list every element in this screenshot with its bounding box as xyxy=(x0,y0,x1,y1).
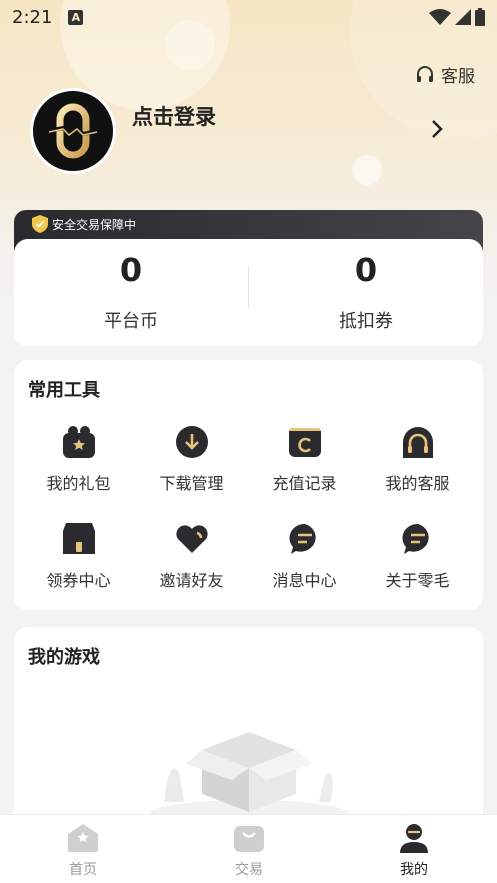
tool-recharge-records[interactable]: 充值记录 xyxy=(248,425,361,505)
tool-label: 充值记录 xyxy=(272,474,337,493)
login-prompt[interactable]: 点击登录 xyxy=(132,101,216,131)
status-time: 2:21 xyxy=(12,6,53,28)
balance-card: 0 平台币 0 抵扣券 xyxy=(14,239,483,346)
gift-icon xyxy=(63,426,95,458)
battery-icon xyxy=(475,8,485,26)
store-icon xyxy=(63,523,95,554)
tool-label: 我的礼包 xyxy=(46,474,111,493)
tab-label: 我的 xyxy=(400,862,428,878)
heart-icon xyxy=(176,525,208,553)
voucher-stat[interactable]: 0 抵扣券 xyxy=(249,239,483,346)
bottom-tab-bar: 首页 交易 我的 xyxy=(0,814,497,883)
user-icon xyxy=(400,824,428,853)
security-label: 安全交易保障中 xyxy=(52,217,137,232)
voucher-value: 0 xyxy=(354,251,378,289)
common-tools-card: 常用工具 我的礼包 下载管理 充值记录 我的客服 领券中心 邀请好友 消息中心 … xyxy=(14,360,483,610)
notification-icon: A xyxy=(68,9,84,25)
tool-invite-friends[interactable]: 邀请好友 xyxy=(135,522,248,602)
tool-coupon-center[interactable]: 领券中心 xyxy=(22,522,135,602)
tool-label: 我的客服 xyxy=(385,474,450,493)
tab-label: 交易 xyxy=(235,862,263,878)
security-badge: 安全交易保障中 xyxy=(32,215,136,233)
avatar[interactable] xyxy=(30,88,116,174)
empty-box-icon xyxy=(149,732,349,822)
download-icon xyxy=(176,426,208,458)
home-icon xyxy=(68,824,98,852)
customer-service-label: 客服 xyxy=(441,67,475,87)
chevron-right-icon[interactable] xyxy=(430,118,444,140)
signal-icon xyxy=(455,9,471,25)
tab-label: 首页 xyxy=(69,862,97,878)
status-bar: 2:21 A xyxy=(0,0,497,34)
logo-icon xyxy=(46,103,100,159)
info-chat-icon xyxy=(402,523,429,554)
tool-label: 关于零毛 xyxy=(385,571,450,590)
my-games-card: 我的游戏 xyxy=(14,627,483,827)
bag-icon xyxy=(234,826,264,852)
headset-icon xyxy=(403,427,433,458)
tool-download-manager[interactable]: 下载管理 xyxy=(135,425,248,505)
platform-coin-stat[interactable]: 0 平台币 xyxy=(14,239,248,346)
wallet-icon xyxy=(289,428,321,457)
platform-coin-label: 平台币 xyxy=(104,311,158,332)
tool-my-gifts[interactable]: 我的礼包 xyxy=(22,425,135,505)
wifi-icon xyxy=(429,9,451,25)
customer-service-link[interactable]: 客服 xyxy=(415,62,475,87)
tool-message-center[interactable]: 消息中心 xyxy=(248,522,361,602)
tool-label: 邀请好友 xyxy=(159,571,224,590)
platform-coin-value: 0 xyxy=(119,251,143,289)
tool-label: 下载管理 xyxy=(159,474,224,493)
headset-icon xyxy=(417,65,433,82)
games-title: 我的游戏 xyxy=(28,647,100,668)
tool-label: 消息中心 xyxy=(272,571,337,590)
tool-my-service[interactable]: 我的客服 xyxy=(361,425,474,505)
voucher-label: 抵扣券 xyxy=(339,311,393,332)
tool-label: 领券中心 xyxy=(46,571,111,590)
tab-mine[interactable]: 我的 xyxy=(331,815,497,883)
shield-icon xyxy=(32,215,48,233)
message-icon xyxy=(289,523,316,554)
tools-title: 常用工具 xyxy=(28,380,100,401)
tab-trade[interactable]: 交易 xyxy=(166,815,332,883)
tool-about[interactable]: 关于零毛 xyxy=(361,522,474,602)
tab-home[interactable]: 首页 xyxy=(0,815,166,883)
